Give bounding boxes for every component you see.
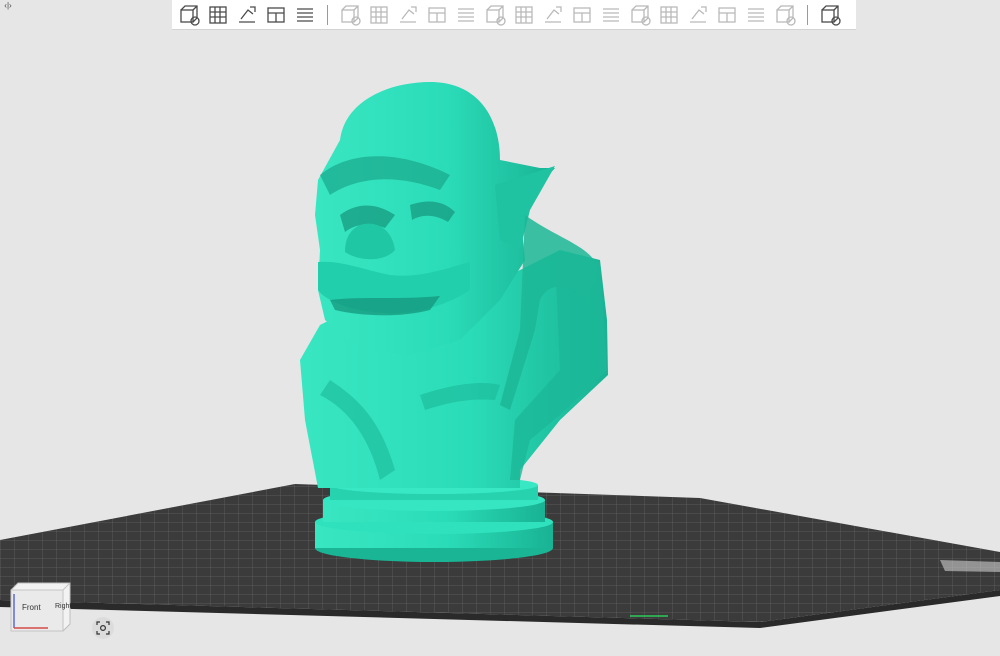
measure-icon — [603, 7, 619, 22]
rotate-button[interactable] — [366, 2, 392, 28]
arrange-icon — [267, 6, 285, 23]
slice-plate-icon — [718, 6, 736, 23]
measure-button[interactable] — [598, 2, 624, 28]
toolbar-separator — [807, 4, 808, 25]
orc-bust-model[interactable] — [300, 82, 608, 562]
support-paint-icon — [515, 5, 533, 24]
scene — [0, 82, 1000, 628]
view-cube-front-label[interactable]: Front — [22, 603, 41, 612]
zoom-to-fit-button[interactable] — [92, 617, 114, 639]
ruler-button[interactable] — [772, 2, 798, 28]
view-cube[interactable]: Front Right — [8, 580, 74, 632]
zoom-fit-icon — [96, 621, 110, 635]
print-plate-icon — [748, 7, 764, 22]
auto-orient-icon — [239, 5, 256, 23]
toolbar-separator — [327, 4, 328, 25]
scale-button[interactable] — [395, 2, 421, 28]
cut-button[interactable] — [453, 2, 479, 28]
lay-on-face-icon — [428, 6, 446, 23]
view-cube-right-label[interactable]: Right — [55, 603, 71, 610]
boolean-button[interactable] — [656, 2, 682, 28]
split-icon — [486, 4, 506, 26]
auto-orient-button[interactable] — [234, 2, 260, 28]
layers-button[interactable] — [292, 2, 318, 28]
variable-layer-icon — [690, 5, 707, 23]
assembly-icon — [631, 4, 651, 26]
add-plate-icon — [209, 5, 227, 24]
view-settings-button[interactable] — [817, 2, 843, 28]
move-icon — [341, 4, 361, 26]
3d-viewport[interactable] — [0, 0, 1000, 651]
move-button[interactable] — [337, 2, 363, 28]
slice-plate-button[interactable] — [714, 2, 740, 28]
print-plate-button[interactable] — [743, 2, 769, 28]
text-button[interactable] — [569, 2, 595, 28]
cut-icon — [458, 7, 474, 22]
add-model-button[interactable] — [176, 2, 202, 28]
rotate-icon — [370, 5, 388, 24]
variable-layer-button[interactable] — [685, 2, 711, 28]
seam-paint-button[interactable] — [540, 2, 566, 28]
support-paint-button[interactable] — [511, 2, 537, 28]
ruler-icon — [776, 4, 796, 26]
add-model-icon — [180, 4, 200, 26]
lay-on-face-button[interactable] — [424, 2, 450, 28]
panel-toggle-button[interactable]: ‹|› — [2, 1, 14, 11]
layers-icon — [297, 7, 313, 22]
seam-paint-icon — [545, 5, 562, 23]
view-settings-icon — [821, 4, 841, 26]
boolean-icon — [660, 5, 678, 24]
text-icon — [573, 6, 591, 23]
main-toolbar — [172, 0, 856, 30]
arrange-button[interactable] — [263, 2, 289, 28]
add-plate-button[interactable] — [205, 2, 231, 28]
split-button[interactable] — [482, 2, 508, 28]
scale-icon — [400, 5, 417, 23]
assembly-button[interactable] — [627, 2, 653, 28]
